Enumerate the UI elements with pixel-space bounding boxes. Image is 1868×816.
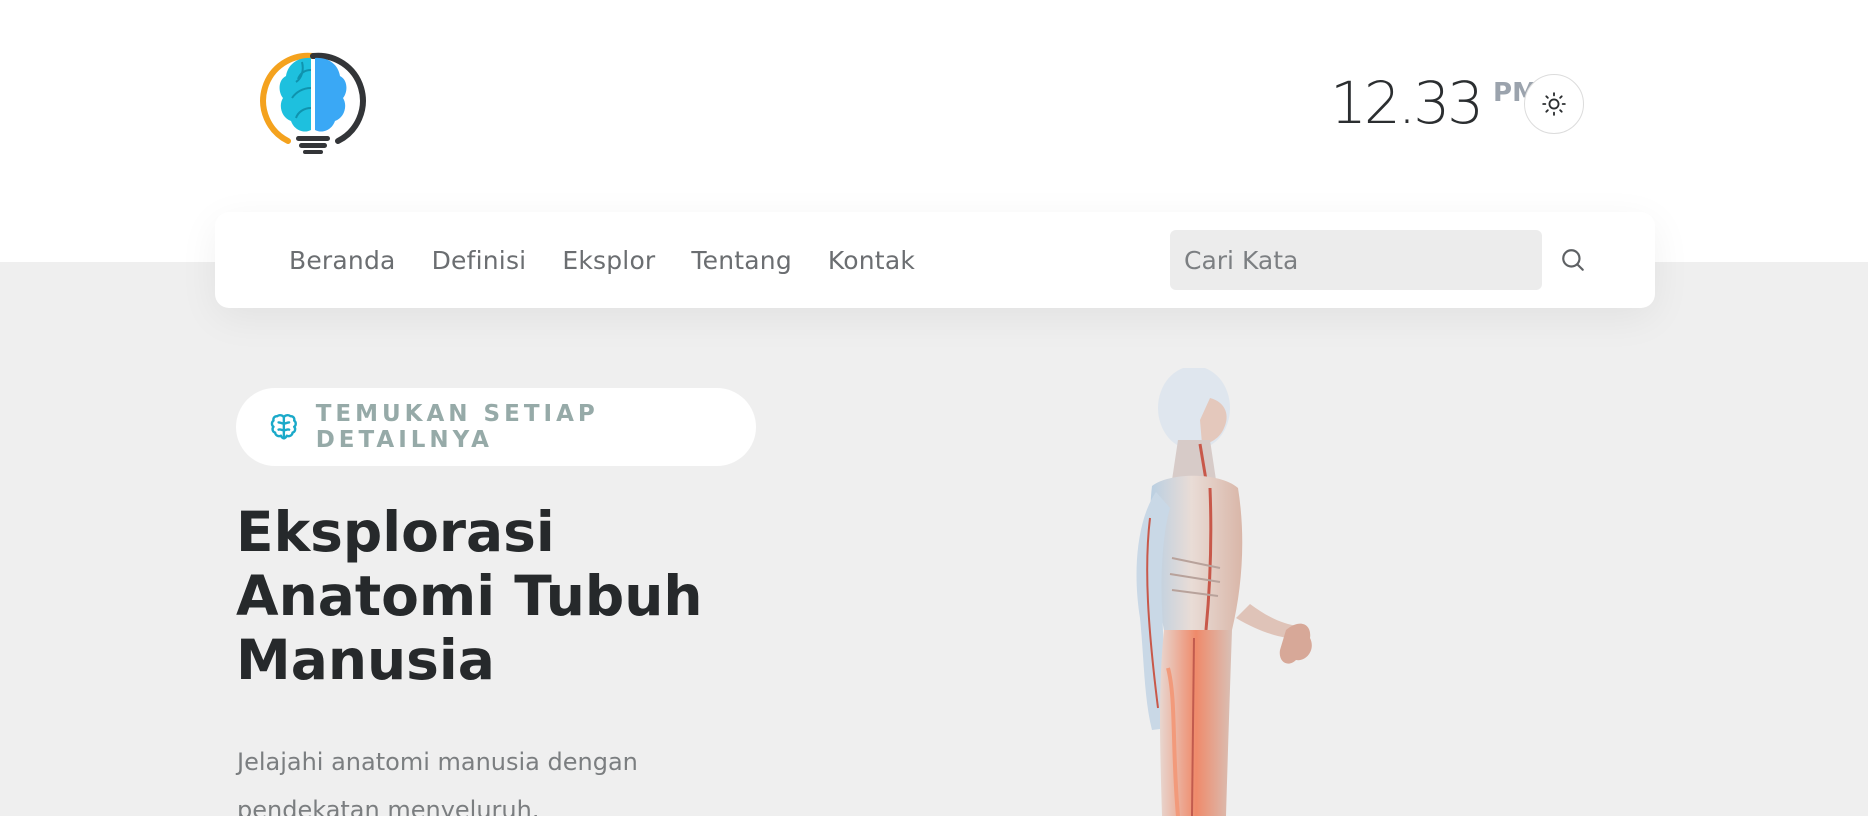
nav-item-definisi[interactable]: Definisi [432, 246, 527, 275]
search-button[interactable] [1555, 242, 1591, 278]
nav-item-kontak[interactable]: Kontak [828, 246, 915, 275]
nav-item-eksplor[interactable]: Eksplor [562, 246, 655, 275]
search-input[interactable] [1170, 230, 1542, 290]
human-anatomy-figure [1060, 366, 1350, 816]
nav-item-beranda[interactable]: Beranda [289, 246, 396, 275]
sun-icon [1542, 92, 1566, 116]
hero-badge: TEMUKAN SETIAP DETAILNYA [236, 388, 756, 466]
hero-subtitle-line-1: Jelajahi anatomi manusia dengan [237, 748, 638, 776]
nav-item-tentang[interactable]: Tentang [691, 246, 792, 275]
hero-subtitle: Jelajahi anatomi manusia dengan pendekat… [237, 738, 757, 816]
search-icon [1562, 249, 1584, 271]
brain-icon [270, 413, 297, 440]
nav-links: Beranda Definisi Eksplor Tentang Kontak [289, 212, 915, 308]
clock: 12.33 PM [1330, 68, 1538, 138]
clock-time: 12.33 [1330, 69, 1484, 137]
hero-title-line-3: Manusia [236, 628, 495, 692]
hero-title: Eksplorasi Anatomi Tubuh Manusia [236, 500, 796, 692]
hero-subtitle-line-2: pendekatan menyeluruh. [237, 796, 540, 816]
theme-toggle-button[interactable] [1524, 74, 1584, 134]
brain-bulb-logo[interactable] [258, 48, 368, 158]
hero-title-line-1: Eksplorasi [236, 500, 555, 564]
navbar: Beranda Definisi Eksplor Tentang Kontak [215, 212, 1655, 308]
hero-badge-text: TEMUKAN SETIAP DETAILNYA [315, 401, 599, 453]
hero-title-line-2: Anatomi Tubuh [236, 564, 703, 628]
